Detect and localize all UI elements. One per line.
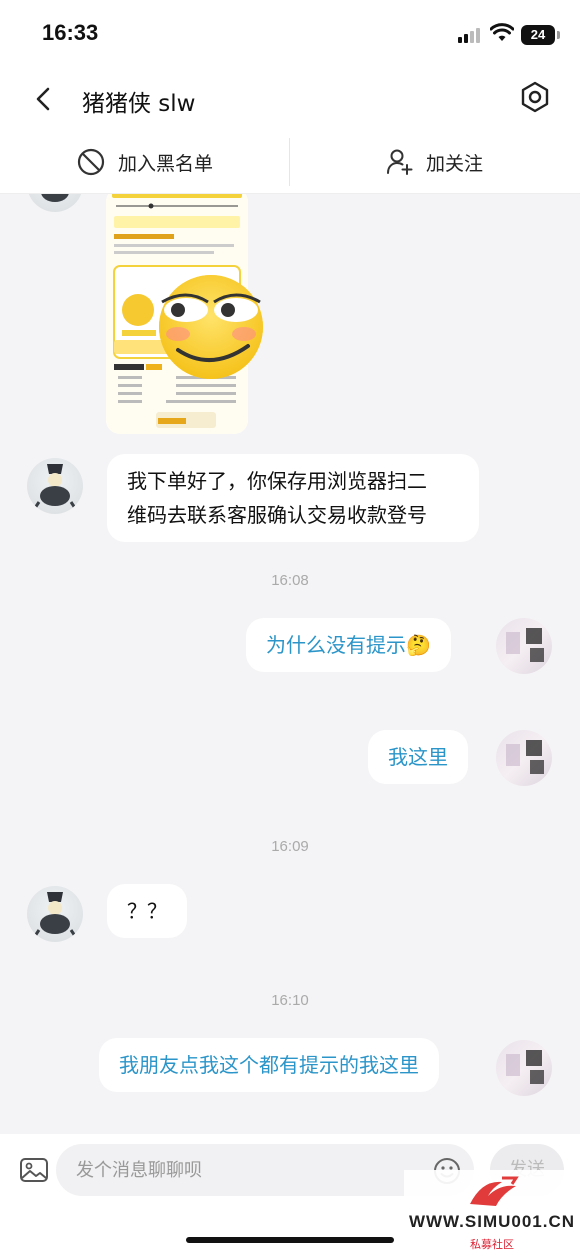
watermark-logo-icon — [470, 1176, 519, 1206]
follow-label: 加关注 — [426, 152, 484, 175]
timestamp: 16:10 — [271, 992, 309, 1009]
message-bubble[interactable]: 我这里 — [368, 730, 468, 784]
timestamp: 16:09 — [271, 838, 309, 855]
avatar[interactable] — [27, 886, 83, 942]
blacklist-button[interactable]: 加入黑名单 — [76, 130, 213, 194]
nav-bar: 猪猪侠 slw — [0, 68, 580, 130]
message-text: ？？ — [127, 899, 167, 923]
chat-area[interactable]: 我下单好了，你保存用浏览器扫二 维码去联系客服确认交易收款登号 16:08 为什… — [0, 194, 580, 1134]
watermark-subtext: 私募社区 — [470, 1238, 514, 1251]
watermark-text: WWW.SIMU001.CN — [408, 1212, 576, 1231]
action-divider — [289, 138, 290, 186]
add-user-icon — [387, 149, 413, 175]
timestamp: 16:08 — [271, 572, 309, 589]
action-bar: 加入黑名单 加关注 — [0, 130, 580, 194]
avatar[interactable] — [496, 1040, 552, 1096]
home-indicator — [186, 1237, 394, 1243]
message-bubble[interactable]: 为什么没有提示🤔 — [246, 618, 451, 672]
image-icon[interactable] — [18, 1154, 50, 1186]
battery-tip — [557, 31, 560, 39]
message-bubble[interactable]: ？？ — [107, 884, 187, 938]
avatar[interactable] — [27, 458, 83, 514]
block-icon — [77, 148, 105, 176]
avatar[interactable] — [496, 730, 552, 786]
message-text-line: 维码去联系客服确认交易收款登号 — [127, 503, 427, 527]
avatar[interactable] — [496, 618, 552, 674]
message-text: 我这里 — [388, 745, 448, 769]
status-time: 16:33 — [42, 20, 99, 45]
watermark: WWW.SIMU001.CN 私募社区 — [404, 1170, 580, 1255]
blacklist-label: 加入黑名单 — [118, 152, 214, 175]
settings-icon[interactable] — [518, 80, 552, 114]
page-title: 猪猪侠 slw — [82, 91, 196, 117]
message-text: 我朋友点我这个都有提示的我这里 — [119, 1053, 419, 1077]
wifi-icon — [490, 23, 514, 41]
message-text-line: 我下单好了，你保存用浏览器扫二 — [127, 469, 427, 493]
avatar[interactable] — [27, 194, 83, 212]
back-icon[interactable] — [30, 84, 58, 114]
follow-button[interactable]: 加关注 — [386, 130, 483, 194]
message-bubble[interactable]: 我朋友点我这个都有提示的我这里 — [99, 1038, 439, 1092]
message-bubble[interactable]: 我下单好了，你保存用浏览器扫二 维码去联系客服确认交易收款登号 — [107, 454, 479, 542]
signal-icon — [458, 27, 484, 43]
battery-indicator: 24 — [521, 25, 555, 45]
message-text: 为什么没有提示🤔 — [266, 633, 431, 657]
smirk-emoji-sticker — [159, 275, 263, 379]
status-bar: 16:33 24 — [0, 0, 580, 68]
